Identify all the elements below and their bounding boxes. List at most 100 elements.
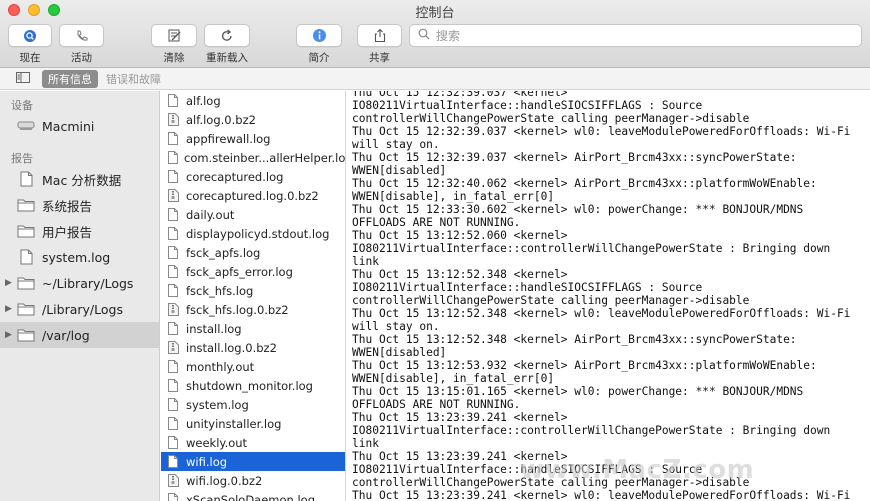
file-name: wifi.log [186,454,228,469]
document-icon [168,417,180,430]
file-row[interactable]: corecaptured.log [161,167,345,186]
disclosure-triangle-icon[interactable]: ▶ [5,304,12,314]
file-name: fsck_apfs.log [186,245,261,260]
file-name: displaypolicyd.stdout.log [186,226,330,241]
clear-button[interactable] [151,24,197,47]
filter-tab-errors[interactable]: 错误和故障 [100,70,167,88]
share-icon [373,28,387,43]
file-row[interactable]: weekly.out [161,433,345,452]
log-line: Thu Oct 15 12:33:30.602 <kernel> wl0: po… [352,203,804,216]
log-line: Thu Oct 15 12:32:39.037 <kernel> AirPort… [352,151,797,164]
file-row[interactable]: xScanSoloDaemon.log [161,490,345,501]
file-row[interactable]: displaypolicyd.stdout.log [161,224,345,243]
sidebar-item-label: /Library/Logs [42,301,123,317]
file-row[interactable]: wifi.log [161,452,345,471]
log-line: IO80211VirtualInterface::controllerWillC… [352,242,831,255]
file-row[interactable]: wifi.log.0.bz2 [161,471,345,490]
file-name: fsck_hfs.log.0.bz2 [186,302,289,317]
archive-icon [168,113,180,126]
document-icon [168,246,180,259]
disclosure-triangle-icon[interactable]: ▶ [5,278,12,288]
file-row[interactable]: shutdown_monitor.log [161,376,345,395]
sidebar-item-macmini[interactable]: Macmini [0,113,159,139]
file-row[interactable]: monthly.out [161,357,345,376]
file-row[interactable]: fsck_apfs_error.log [161,262,345,281]
file-name: system.log [186,397,249,412]
file-row[interactable]: alf.log.0.bz2 [161,110,345,129]
share-label: 共享 [369,52,390,64]
sidebar-item-system-log[interactable]: system.log [0,244,159,270]
now-group: 现在 [8,24,52,65]
disclosure-triangle-icon[interactable]: ▶ [5,330,12,340]
log-line: IO80211VirtualInterface::handleSIOCSIFFL… [352,281,703,294]
reload-button[interactable] [204,24,250,47]
file-name: appfirewall.log [186,131,271,146]
sidebar-item-user-reports[interactable]: 用户报告 [0,218,159,244]
file-row[interactable]: install.log [161,319,345,338]
folder-icon [16,276,36,290]
log-line: Thu Oct 15 13:12:52.348 <kernel> AirPort… [352,333,797,346]
log-line: will stay on. [352,138,440,151]
file-name: fsck_apfs_error.log [186,264,293,279]
filter-tab-all[interactable]: 所有信息 [42,69,98,88]
log-view[interactable]: Thu Oct 15 12:32:39.037 <kernel> IO80211V… [347,91,870,501]
document-icon [168,360,180,373]
now-button[interactable] [8,24,52,47]
log-line: WWEN[disabled] [352,164,447,177]
log-line: IO80211VirtualInterface::handleSIOCSIFFL… [352,99,703,112]
activity-label: 活动 [71,52,92,64]
file-row[interactable]: unityinstaller.log [161,414,345,433]
log-line: Thu Oct 15 13:12:52.348 <kernel> [352,268,568,281]
reload-icon [220,28,234,43]
sidebar: 设备 Macmini 报告 Mac 分析数据 系统报告 用户报告 system.… [0,91,160,501]
archive-icon [168,341,180,354]
file-name: install.log.0.bz2 [186,340,277,355]
log-line: Thu Oct 15 12:32:40.062 <kernel> AirPort… [352,177,817,190]
log-line: link [352,255,379,268]
log-line: Thu Oct 15 13:23:39.241 <kernel> [352,411,568,424]
file-row[interactable]: fsck_hfs.log.0.bz2 [161,300,345,319]
share-button[interactable] [357,24,402,47]
sidebar-item-label: 系统报告 [42,198,93,214]
sidebar-item-label: 用户报告 [42,224,93,240]
file-row[interactable]: fsck_hfs.log [161,281,345,300]
document-icon [168,170,180,183]
log-line: Thu Oct 15 13:23:39.241 <kernel> wl0: le… [352,489,851,501]
search-field[interactable]: 搜索 [409,24,862,47]
toolbar: 控制台 现在 活动 清除 重新载入 简介 共享 搜索 [0,0,870,68]
activity-icon [75,29,89,43]
log-line: Thu Oct 15 13:15:01.165 <kernel> wl0: po… [352,385,804,398]
document-icon [168,322,180,335]
file-row[interactable]: alf.log [161,91,345,110]
sidebar-item-system-reports[interactable]: 系统报告 [0,192,159,218]
computer-icon [16,121,36,131]
activity-button[interactable] [59,24,104,47]
sidebar-item-user-library-logs[interactable]: ▶ ~/Library/Logs [0,270,159,296]
log-line: Thu Oct 15 13:12:52.348 <kernel> wl0: le… [352,307,851,320]
info-button[interactable] [296,24,342,47]
log-line: will stay on. [352,320,440,333]
file-row[interactable]: appfirewall.log [161,129,345,148]
sidebar-toggle-icon[interactable] [16,71,30,86]
log-line: OFFLOADS ARE NOT RUNNING. [352,398,521,411]
archive-icon [168,189,180,202]
sidebar-item-library-logs[interactable]: ▶ /Library/Logs [0,296,159,322]
file-row[interactable]: install.log.0.bz2 [161,338,345,357]
document-icon [168,132,180,145]
file-name: alf.log.0.bz2 [186,112,256,127]
file-row[interactable]: system.log [161,395,345,414]
log-line: link [352,437,379,450]
file-row[interactable]: daily.out [161,205,345,224]
info-icon [312,28,327,43]
file-row[interactable]: com.steinber...allerHelper.log [161,148,345,167]
file-row[interactable]: corecaptured.log.0.bz2 [161,186,345,205]
sidebar-item-label: Macmini [42,118,95,134]
search-icon [418,28,436,43]
share-group: 共享 [357,24,402,65]
sidebar-item-var-log[interactable]: ▶ /var/log [0,322,159,348]
file-row[interactable]: fsck_apfs.log [161,243,345,262]
log-line: Thu Oct 15 12:32:39.037 <kernel> wl0: le… [352,125,851,138]
sidebar-item-mac-analytics[interactable]: Mac 分析数据 [0,166,159,192]
document-icon [168,398,180,411]
sidebar-item-label: ~/Library/Logs [42,275,134,291]
